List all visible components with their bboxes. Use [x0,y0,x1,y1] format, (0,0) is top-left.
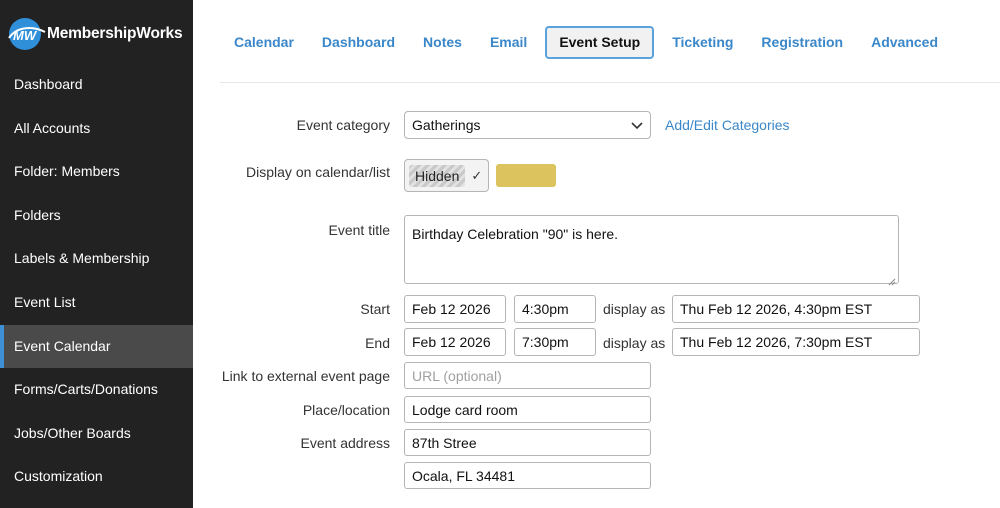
sidebar-item-labels-membership[interactable]: Labels & Membership [0,237,193,281]
start-display-value: Thu Feb 12 2026, 4:30pm EST [680,301,873,317]
tab-notes[interactable]: Notes [409,25,476,59]
sidebar-item-event-list[interactable]: Event List [0,281,193,325]
sidebar: MW MembershipWorks Dashboard All Account… [0,0,193,508]
sidebar-item-forms-carts-donations[interactable]: Forms/Carts/Donations [0,368,193,412]
start-date-value: Feb 12 2026 [412,301,491,317]
tab-email[interactable]: Email [476,25,541,59]
start-label: Start [360,301,390,317]
display-calendar-label: Display on calendar/list [246,164,390,180]
end-time-input[interactable]: 7:30pm [514,328,596,356]
external-link-input[interactable]: URL (optional) [404,362,651,389]
tab-registration[interactable]: Registration [747,25,857,59]
event-category-label: Event category [296,117,390,133]
external-link-label: Link to external event page [221,368,390,384]
end-display-input[interactable]: Thu Feb 12 2026, 7:30pm EST [672,328,920,356]
logo-text: MembershipWorks [47,25,183,42]
tab-dashboard[interactable]: Dashboard [308,25,409,59]
tab-divider [220,82,1000,83]
place-location-value: Lodge card room [412,401,518,418]
sidebar-item-folder-members[interactable]: Folder: Members [0,150,193,194]
checkmark-icon: ✓ [471,167,483,183]
end-date-value: Feb 12 2026 [412,334,491,350]
event-address-label: Event address [300,435,391,451]
sidebar-item-customization[interactable]: Customization [0,455,193,499]
logo[interactable]: MW MembershipWorks [7,16,183,52]
display-visibility-toggle[interactable]: Hidden ✓ [404,159,489,192]
sidebar-item-dashboard[interactable]: Dashboard [0,63,193,107]
add-edit-categories-link[interactable]: Add/Edit Categories [665,117,790,133]
tab-ticketing[interactable]: Ticketing [658,25,747,59]
start-time-input[interactable]: 4:30pm [514,295,596,323]
svg-text:MW: MW [13,28,38,43]
event-title-value: Birthday Celebration "90" is here. [412,226,619,242]
end-label: End [365,335,390,351]
membershipworks-logo-icon: MW [7,16,47,52]
resize-handle-icon[interactable] [888,273,896,286]
event-address-line1-value: 87th Stree [412,434,477,451]
event-address-line1-input[interactable]: 87th Stree [404,429,651,456]
tab-event-setup[interactable]: Event Setup [545,25,655,59]
end-date-input[interactable]: Feb 12 2026 [404,328,506,356]
start-display-as-label: display as [603,301,666,317]
external-link-placeholder: URL (optional) [412,367,502,384]
end-time-value: 7:30pm [522,334,569,350]
start-time-value: 4:30pm [522,301,569,317]
place-location-label: Place/location [302,402,390,418]
event-category-select[interactable]: Gatherings [404,111,651,139]
event-color-swatch[interactable] [496,164,556,187]
display-visibility-value: Hidden [409,164,466,187]
sidebar-item-event-calendar[interactable]: Event Calendar [0,324,193,369]
start-display-input[interactable]: Thu Feb 12 2026, 4:30pm EST [672,295,920,323]
place-location-input[interactable]: Lodge card room [404,396,651,423]
event-category-value: Gatherings [412,117,481,133]
sidebar-item-jobs-other-boards[interactable]: Jobs/Other Boards [0,412,193,456]
event-title-textarea[interactable]: Birthday Celebration "90" is here. [404,215,899,286]
start-date-input[interactable]: Feb 12 2026 [404,295,506,323]
end-display-value: Thu Feb 12 2026, 7:30pm EST [680,334,873,350]
event-address-line2-input[interactable]: Ocala, FL 34481 [404,462,651,489]
sidebar-item-folders[interactable]: Folders [0,194,193,238]
end-display-as-label: display as [603,335,666,351]
event-address-line2-value: Ocala, FL 34481 [412,467,515,484]
sidebar-item-all-accounts[interactable]: All Accounts [0,107,193,151]
tab-advanced[interactable]: Advanced [857,25,952,59]
sidebar-nav: Dashboard All Accounts Folder: Members F… [0,63,193,499]
tab-calendar[interactable]: Calendar [220,25,308,59]
chevron-down-icon [631,117,643,133]
tab-bar: Calendar Dashboard Notes Email Event Set… [220,25,952,59]
event-title-label: Event title [328,222,390,238]
